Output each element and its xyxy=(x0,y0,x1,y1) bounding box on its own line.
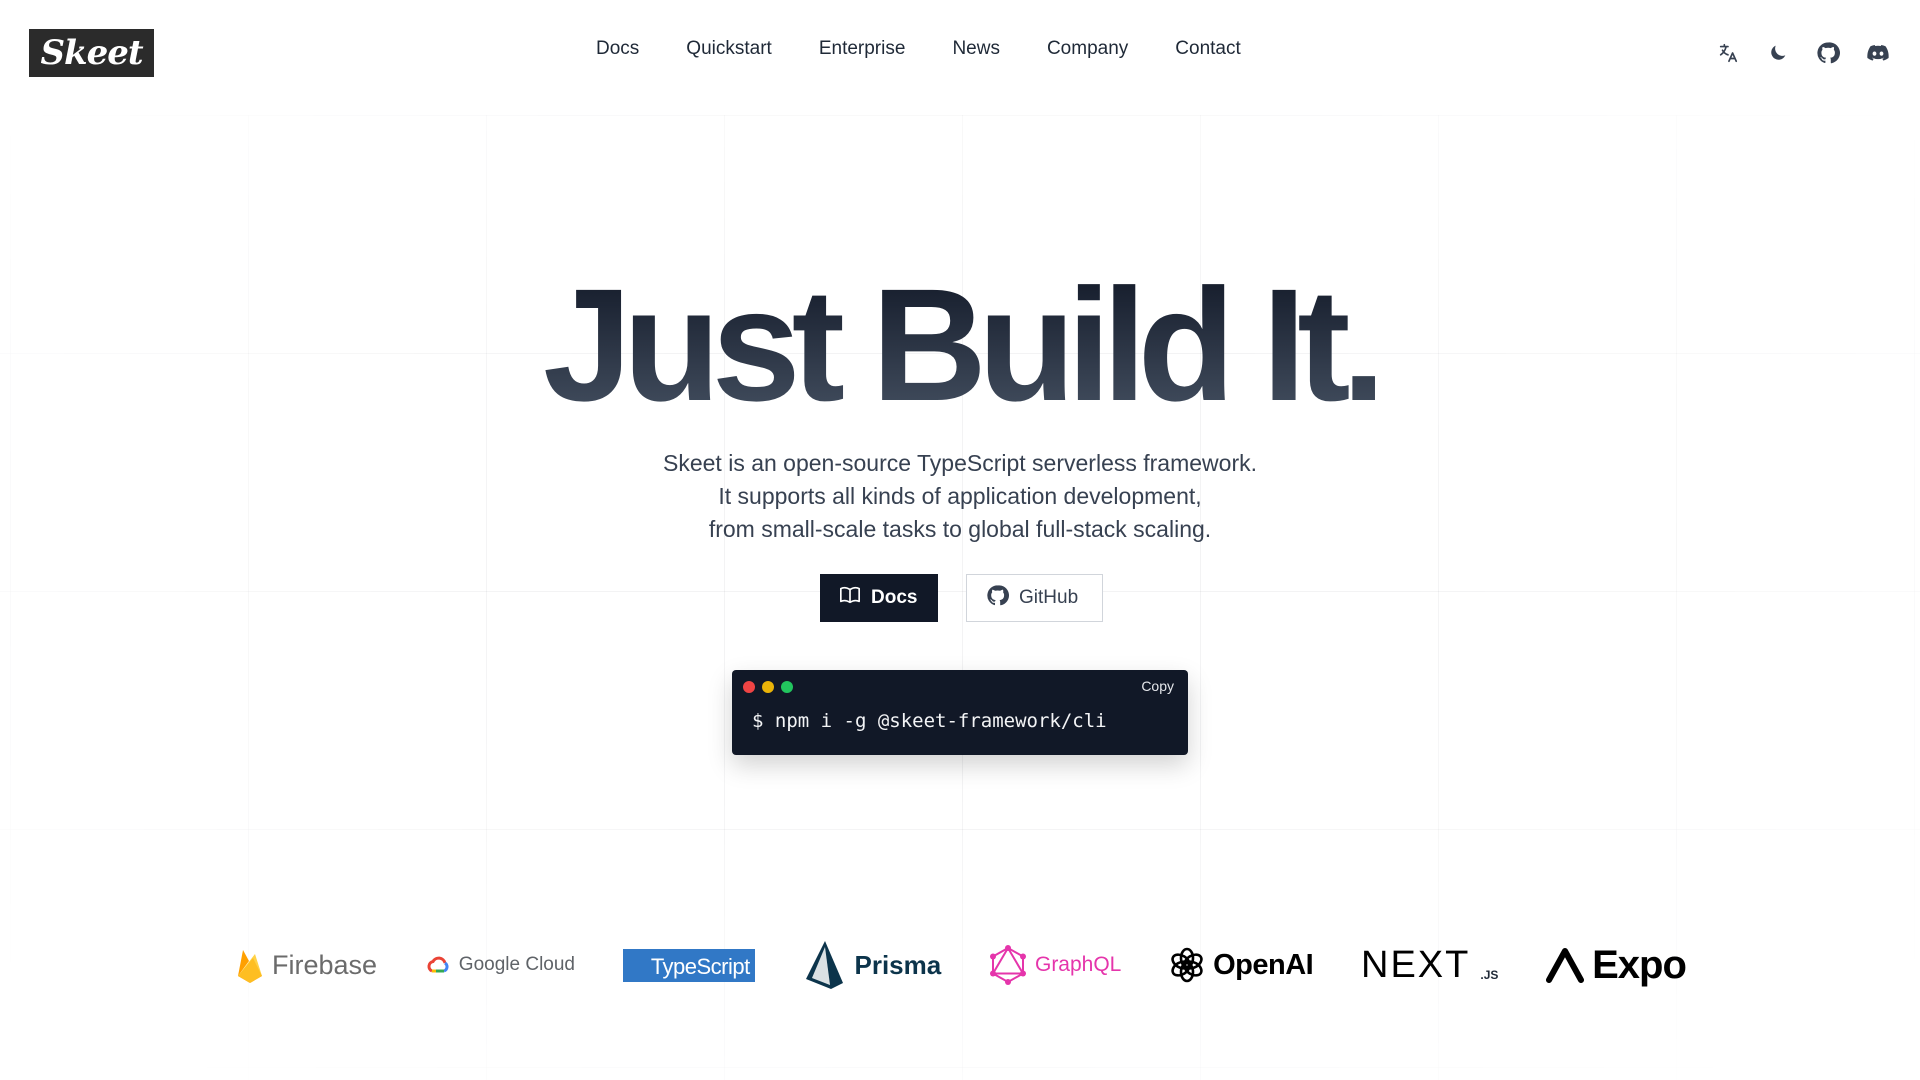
github-icon xyxy=(986,584,1009,613)
main-nav: Docs Quickstart Enterprise News Company … xyxy=(596,38,1288,60)
nav-quickstart[interactable]: Quickstart xyxy=(686,38,772,60)
translate-icon[interactable] xyxy=(1715,40,1741,66)
partner-logos: Firebase Google Cloud TypeScript Prisma xyxy=(236,935,1687,995)
moon-icon[interactable] xyxy=(1765,40,1791,66)
site-header: Skeet Docs Quickstart Enterprise News Co… xyxy=(0,0,1920,105)
hero-description: Skeet is an open-source TypeScript serve… xyxy=(0,447,1920,546)
github-button-label: GitHub xyxy=(1019,587,1079,608)
graphql-icon xyxy=(989,945,1026,985)
nextjs-suffix: .JS xyxy=(1480,968,1499,982)
typescript-logo: TypeScript xyxy=(622,935,755,995)
docs-button-label: Docs xyxy=(871,587,918,608)
nav-company[interactable]: Company xyxy=(1047,38,1128,60)
install-terminal: Copy $ npm i -g @skeet-framework/cli xyxy=(732,670,1188,755)
typescript-label: TypeScript xyxy=(622,948,755,982)
book-icon xyxy=(839,584,861,612)
google-cloud-logo: Google Cloud xyxy=(425,935,575,995)
nextjs-label: NEXT xyxy=(1361,943,1471,986)
close-dot xyxy=(743,681,755,693)
expo-label: Expo xyxy=(1592,942,1687,987)
minimize-dot xyxy=(762,681,774,693)
github-icon[interactable] xyxy=(1815,40,1841,66)
prisma-logo: Prisma xyxy=(803,935,942,995)
firebase-label: Firebase xyxy=(272,949,378,980)
hero-title: Just Build It. xyxy=(0,255,1920,435)
skeet-logo[interactable]: Skeet xyxy=(29,28,154,77)
header-actions xyxy=(1715,40,1891,66)
hero-description-line: Skeet is an open-source TypeScript serve… xyxy=(663,450,1257,476)
nav-contact[interactable]: Contact xyxy=(1175,38,1240,60)
expo-logo: Expo xyxy=(1546,935,1687,995)
google-cloud-label: Google Cloud xyxy=(458,954,575,975)
nav-news[interactable]: News xyxy=(952,38,1000,60)
google-cloud-icon xyxy=(427,956,449,973)
github-button[interactable]: GitHub xyxy=(966,574,1103,622)
landing-page: Skeet Docs Quickstart Enterprise News Co… xyxy=(0,0,1920,1080)
graphql-logo: GraphQL xyxy=(989,935,1121,995)
prisma-icon xyxy=(805,941,843,989)
nav-enterprise[interactable]: Enterprise xyxy=(819,38,906,60)
nav-docs[interactable]: Docs xyxy=(596,38,639,60)
copy-button[interactable]: Copy xyxy=(1141,678,1174,694)
openai-icon xyxy=(1171,947,1203,983)
nextjs-logo: NEXT .JS xyxy=(1361,935,1498,995)
prisma-label: Prisma xyxy=(854,949,942,980)
hero-description-line: It supports all kinds of application dev… xyxy=(718,483,1202,509)
firebase-logo: Firebase xyxy=(236,935,377,995)
discord-icon[interactable] xyxy=(1865,40,1891,66)
openai-logo: OpenAI xyxy=(1169,935,1314,995)
graphql-label: GraphQL xyxy=(1034,953,1122,976)
window-dots xyxy=(743,681,793,693)
expo-icon xyxy=(1546,948,1585,983)
maximize-dot xyxy=(781,681,793,693)
openai-label: OpenAI xyxy=(1213,948,1314,981)
cta-buttons: Docs GitHub xyxy=(820,574,1103,622)
hero-description-line: from small-scale tasks to global full-st… xyxy=(708,516,1212,542)
install-command: $ npm i -g @skeet-framework/cli xyxy=(752,710,1107,732)
docs-button[interactable]: Docs xyxy=(820,574,938,622)
firebase-icon xyxy=(238,950,262,983)
